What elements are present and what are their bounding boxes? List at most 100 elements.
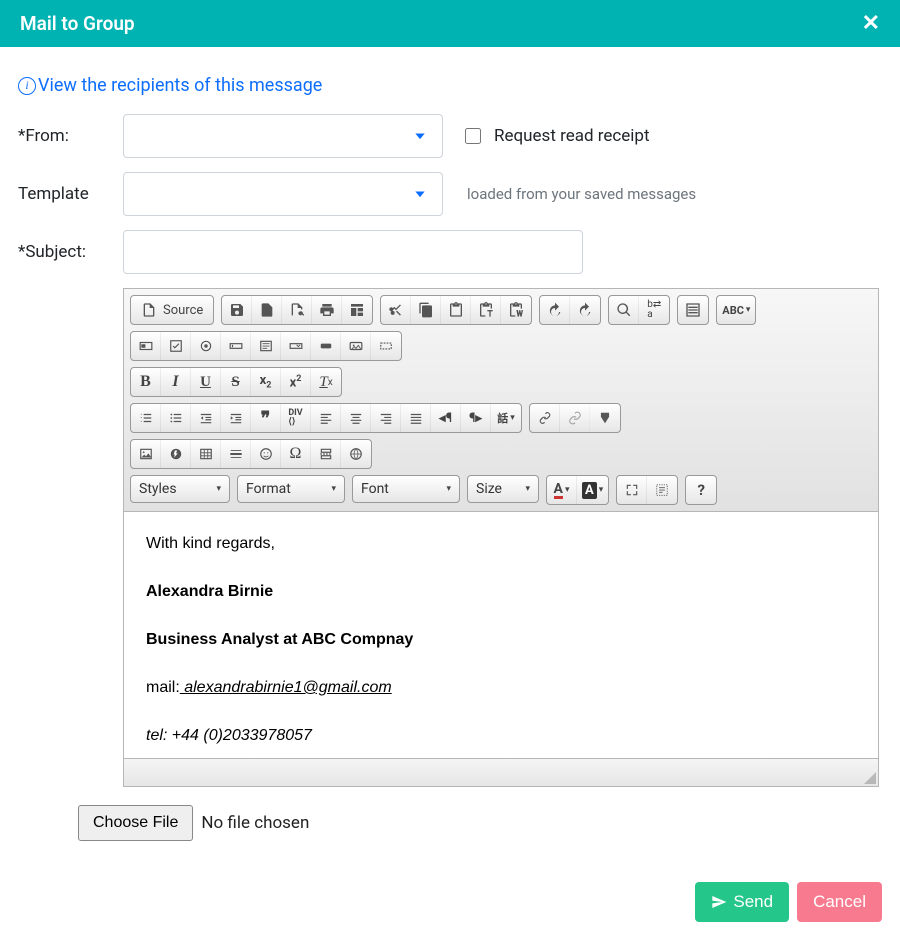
paste-text-button[interactable] — [471, 296, 501, 324]
textfield-icon — [229, 339, 243, 353]
about-button[interactable]: ? — [686, 476, 716, 504]
align-right-button[interactable] — [371, 404, 401, 432]
align-center-button[interactable] — [341, 404, 371, 432]
format-dropdown[interactable]: Format▾ — [237, 475, 345, 503]
bold-button[interactable]: B — [131, 368, 161, 396]
div-button[interactable]: DIV⟨⟩ — [281, 404, 311, 432]
file-status-text: No file chosen — [201, 813, 309, 833]
ol-icon — [139, 411, 153, 425]
showblocks-icon — [655, 483, 669, 497]
link-icon — [538, 411, 552, 425]
templates-button[interactable] — [342, 296, 372, 324]
find-button[interactable] — [609, 296, 639, 324]
removeformat-icon: T — [319, 374, 327, 391]
iframe-button[interactable] — [341, 440, 371, 468]
radio-button[interactable] — [191, 332, 221, 360]
new-page-button[interactable] — [252, 296, 282, 324]
undo-button[interactable] — [540, 296, 570, 324]
pagebreak-button[interactable] — [311, 440, 341, 468]
smiley-button[interactable] — [251, 440, 281, 468]
maximize-icon — [625, 483, 639, 497]
spellcheck-button[interactable]: ABC▾ — [717, 296, 755, 324]
bgcolor-button[interactable]: A▾ — [577, 476, 608, 504]
replace-button[interactable]: b⇄a — [639, 296, 669, 324]
resize-grip-icon[interactable] — [864, 772, 876, 784]
save-button[interactable] — [222, 296, 252, 324]
outdent-button[interactable] — [191, 404, 221, 432]
form-button[interactable] — [131, 332, 161, 360]
print-icon — [319, 302, 335, 318]
anchor-button[interactable] — [590, 404, 620, 432]
styles-dropdown[interactable]: Styles▾ — [130, 475, 230, 503]
subject-input[interactable] — [123, 230, 583, 274]
align-justify-button[interactable] — [401, 404, 431, 432]
checkbox-button[interactable] — [161, 332, 191, 360]
subscript-button[interactable]: x2 — [251, 368, 281, 396]
imagebutton-icon — [349, 339, 363, 353]
font-dropdown[interactable]: Font▾ — [352, 475, 460, 503]
paste-button[interactable] — [441, 296, 471, 324]
size-dropdown[interactable]: Size▾ — [467, 475, 539, 503]
paste-word-button[interactable] — [501, 296, 531, 324]
maximize-button[interactable] — [617, 476, 647, 504]
textarea-button[interactable] — [251, 332, 281, 360]
language-button[interactable]: 話▾ — [491, 404, 521, 432]
specialchar-button[interactable]: Ω — [281, 440, 311, 468]
table-button[interactable] — [191, 440, 221, 468]
send-button[interactable]: Send — [695, 882, 789, 922]
strike-button[interactable]: S — [221, 368, 251, 396]
select-button[interactable] — [281, 332, 311, 360]
rtl-button[interactable]: ¶▸ — [461, 404, 491, 432]
ltr-button[interactable]: ◂¶ — [431, 404, 461, 432]
link-button[interactable] — [530, 404, 560, 432]
textcolor-button[interactable]: A▾ — [547, 476, 577, 504]
close-button[interactable]: ✕ — [862, 13, 880, 35]
search-icon — [616, 302, 632, 318]
cut-button[interactable] — [381, 296, 411, 324]
alignright-icon — [379, 411, 393, 425]
numbered-list-button[interactable] — [131, 404, 161, 432]
underline-button[interactable]: U — [191, 368, 221, 396]
image-button[interactable] — [131, 440, 161, 468]
hiddenfield-icon — [379, 339, 393, 353]
pagebreak-icon — [319, 447, 333, 461]
subject-label: *Subject: — [18, 242, 123, 262]
templates-icon — [349, 302, 365, 318]
hr-button[interactable] — [221, 440, 251, 468]
italic-button[interactable]: I — [161, 368, 191, 396]
send-icon — [711, 894, 727, 910]
ltr-icon: ◂¶ — [439, 411, 452, 426]
align-left-button[interactable] — [311, 404, 341, 432]
imagebutton-button[interactable] — [341, 332, 371, 360]
view-recipients-link[interactable]: i View the recipients of this message — [18, 75, 882, 96]
chevron-down-icon: ▼ — [412, 188, 428, 200]
showblocks-button[interactable] — [647, 476, 677, 504]
from-select[interactable]: ▼ — [123, 114, 443, 158]
bullet-list-button[interactable] — [161, 404, 191, 432]
signature-name: Alexandra Birnie — [146, 580, 856, 604]
signature-mail-link[interactable]: alexandrabirnie1@gmail.com — [180, 679, 392, 696]
copy-button[interactable] — [411, 296, 441, 324]
replace-icon: b⇄a — [647, 300, 661, 320]
cancel-button[interactable]: Cancel — [797, 882, 882, 922]
flash-button[interactable] — [161, 440, 191, 468]
hiddenfield-button[interactable] — [371, 332, 401, 360]
preview-button[interactable] — [282, 296, 312, 324]
remove-format-button[interactable]: Tx — [311, 368, 341, 396]
indent-button[interactable] — [221, 404, 251, 432]
superscript-icon: x2 — [290, 374, 302, 390]
editor-body[interactable]: With kind regards, Alexandra Birnie Busi… — [124, 512, 878, 758]
read-receipt-checkbox[interactable] — [465, 128, 481, 144]
checkbox-icon — [169, 339, 183, 353]
blockquote-button[interactable]: ❞ — [251, 404, 281, 432]
superscript-button[interactable]: x2 — [281, 368, 311, 396]
unlink-button[interactable] — [560, 404, 590, 432]
choose-file-button[interactable]: Choose File — [78, 805, 193, 841]
template-select[interactable]: ▼ — [123, 172, 443, 216]
select-all-button[interactable] — [678, 296, 708, 324]
source-button[interactable]: Source — [131, 296, 213, 324]
print-button[interactable] — [312, 296, 342, 324]
redo-button[interactable] — [570, 296, 600, 324]
button-button[interactable] — [311, 332, 341, 360]
textfield-button[interactable] — [221, 332, 251, 360]
